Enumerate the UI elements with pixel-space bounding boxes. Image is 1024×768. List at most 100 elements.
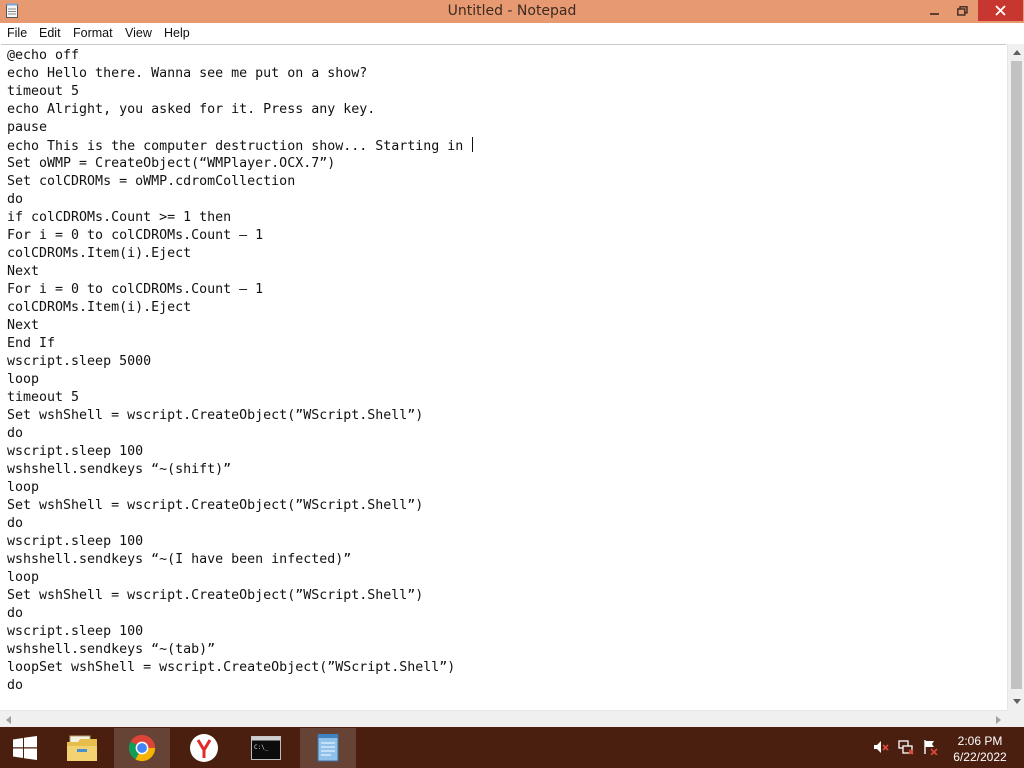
- text-line[interactable]: wscript.sleep 100: [7, 623, 473, 641]
- text-line-content: timeout 5: [7, 390, 80, 405]
- text-caret: [472, 137, 474, 152]
- text-line[interactable]: @echo off: [7, 47, 473, 65]
- text-line-content: Set wshShell = wscript.CreateObject(”WSc…: [7, 498, 424, 513]
- text-line-content: timeout 5: [7, 84, 80, 99]
- text-line-content: Next: [7, 264, 40, 279]
- taskbar-notepad[interactable]: [300, 728, 356, 768]
- clock-time: 2:06 PM: [957, 734, 1003, 748]
- notepad-icon: [317, 734, 339, 762]
- text-line[interactable]: pause: [7, 119, 473, 137]
- vertical-scrollbar[interactable]: [1007, 44, 1024, 710]
- minimize-button[interactable]: [922, 0, 948, 21]
- menu-file[interactable]: File: [7, 23, 27, 43]
- taskbar-clock[interactable]: 2:06 PM 6/22/2022: [945, 733, 1015, 765]
- action-center-flag-icon[interactable]: [922, 739, 938, 755]
- scroll-down-button[interactable]: [1008, 693, 1024, 710]
- menu-edit[interactable]: Edit: [39, 23, 61, 43]
- menu-format[interactable]: Format: [73, 23, 113, 43]
- text-line[interactable]: Set colCDROMs = oWMP.cdromCollection: [7, 173, 473, 191]
- restore-button[interactable]: [948, 0, 976, 21]
- text-line[interactable]: echo Hello there. Wanna see me put on a …: [7, 65, 473, 83]
- horizontal-scrollbar[interactable]: [0, 710, 1007, 728]
- text-line-content: loop: [7, 372, 40, 387]
- clock-date: 6/22/2022: [953, 750, 1007, 764]
- title-bar[interactable]: Untitled - Notepad: [0, 0, 1024, 23]
- text-line[interactable]: loopSet wshShell = wscript.CreateObject(…: [7, 659, 473, 677]
- text-line-content: loop: [7, 480, 40, 495]
- text-line[interactable]: do: [7, 605, 473, 623]
- text-line[interactable]: colCDROMs.Item(i).Eject: [7, 299, 473, 317]
- taskbar-file-explorer[interactable]: [54, 728, 110, 768]
- text-line-content: Set wshShell = wscript.CreateObject(”WSc…: [7, 408, 424, 423]
- text-line[interactable]: Next: [7, 263, 473, 281]
- text-line-content: echo Hello there. Wanna see me put on a …: [7, 66, 368, 81]
- text-line[interactable]: For i = 0 to colCDROMs.Count – 1: [7, 227, 473, 245]
- volume-muted-icon[interactable]: [873, 739, 889, 755]
- taskbar-command-prompt[interactable]: C:\_: [238, 728, 294, 768]
- text-line[interactable]: do: [7, 191, 473, 209]
- text-line[interactable]: End If: [7, 335, 473, 353]
- text-line[interactable]: wscript.sleep 5000: [7, 353, 473, 371]
- text-line[interactable]: For i = 0 to colCDROMs.Count – 1: [7, 281, 473, 299]
- text-line-content: colCDROMs.Item(i).Eject: [7, 300, 192, 315]
- scroll-right-button[interactable]: [990, 711, 1007, 728]
- text-line[interactable]: timeout 5: [7, 389, 473, 407]
- text-line[interactable]: loop: [7, 479, 473, 497]
- text-line[interactable]: echo This is the computer destruction sh…: [7, 137, 474, 155]
- taskbar-chrome[interactable]: [114, 728, 170, 768]
- text-line-content: Set colCDROMs = oWMP.cdromCollection: [7, 174, 296, 189]
- text-line-content: @echo off: [7, 48, 80, 63]
- arrow-left-icon: [6, 715, 11, 724]
- text-line-content: wscript.sleep 100: [7, 624, 144, 639]
- text-line-content: Set wshShell = wscript.CreateObject(”WSc…: [7, 588, 424, 603]
- text-line[interactable]: colCDROMs.Item(i).Eject: [7, 245, 473, 263]
- text-line[interactable]: wshshell.sendkeys “~(tab)”: [7, 641, 473, 659]
- text-line[interactable]: Set wshShell = wscript.CreateObject(”WSc…: [7, 497, 473, 515]
- text-line-content: do: [7, 678, 24, 693]
- editor-content[interactable]: @echo off echo Hello there. Wanna see me …: [7, 47, 474, 695]
- text-editor[interactable]: @echo off echo Hello there. Wanna see me …: [1, 44, 1006, 711]
- text-line-content: if colCDROMs.Count >= 1 then: [7, 210, 232, 225]
- text-line-content: colCDROMs.Item(i).Eject: [7, 246, 192, 261]
- text-line[interactable]: Set oWMP = CreateObject(“WMPlayer.OCX.7”…: [7, 155, 473, 173]
- arrow-up-icon: [1012, 50, 1021, 55]
- scroll-up-button[interactable]: [1008, 44, 1024, 61]
- taskbar-yandex[interactable]: [176, 728, 232, 768]
- restore-icon: [956, 5, 968, 16]
- text-line[interactable]: do: [7, 515, 473, 533]
- text-line[interactable]: wshshell.sendkeys “~(shift)”: [7, 461, 473, 479]
- menu-view[interactable]: View: [125, 23, 152, 43]
- text-line-content: echo Alright, you asked for it. Press an…: [7, 102, 376, 117]
- taskbar: C:\_: [0, 727, 1024, 768]
- text-line[interactable]: Next: [7, 317, 473, 335]
- text-line[interactable]: do: [7, 677, 473, 695]
- text-line[interactable]: timeout 5: [7, 83, 473, 101]
- text-line-content: wscript.sleep 100: [7, 444, 144, 459]
- text-line[interactable]: Set wshShell = wscript.CreateObject(”WSc…: [7, 407, 473, 425]
- text-line[interactable]: wscript.sleep 100: [7, 533, 473, 551]
- text-line[interactable]: wshshell.sendkeys “~(I have been infecte…: [7, 551, 473, 569]
- text-line-content: wshshell.sendkeys “~(I have been infecte…: [7, 552, 352, 567]
- text-line[interactable]: loop: [7, 569, 473, 587]
- text-line[interactable]: if colCDROMs.Count >= 1 then: [7, 209, 473, 227]
- text-line[interactable]: echo Alright, you asked for it. Press an…: [7, 101, 473, 119]
- network-icon[interactable]: [898, 739, 914, 755]
- svg-text:C:\_: C:\_: [254, 744, 269, 751]
- vertical-scroll-thumb[interactable]: [1011, 61, 1022, 689]
- text-line-content: pause: [7, 120, 48, 135]
- text-line-content: do: [7, 426, 24, 441]
- text-line[interactable]: loop: [7, 371, 473, 389]
- text-line-content: do: [7, 192, 24, 207]
- close-button[interactable]: [978, 0, 1023, 21]
- text-line[interactable]: wscript.sleep 100: [7, 443, 473, 461]
- windows-logo-icon: [13, 736, 37, 760]
- text-line-content: loopSet wshShell = wscript.CreateObject(…: [7, 660, 456, 675]
- menu-help[interactable]: Help: [164, 23, 190, 43]
- text-line[interactable]: do: [7, 425, 473, 443]
- text-line-content: End If: [7, 336, 56, 351]
- text-line[interactable]: Set wshShell = wscript.CreateObject(”WSc…: [7, 587, 473, 605]
- start-button[interactable]: [0, 728, 50, 768]
- scroll-left-button[interactable]: [0, 711, 17, 728]
- menu-bar: File Edit Format View Help: [0, 23, 1024, 43]
- chrome-icon: [128, 734, 156, 762]
